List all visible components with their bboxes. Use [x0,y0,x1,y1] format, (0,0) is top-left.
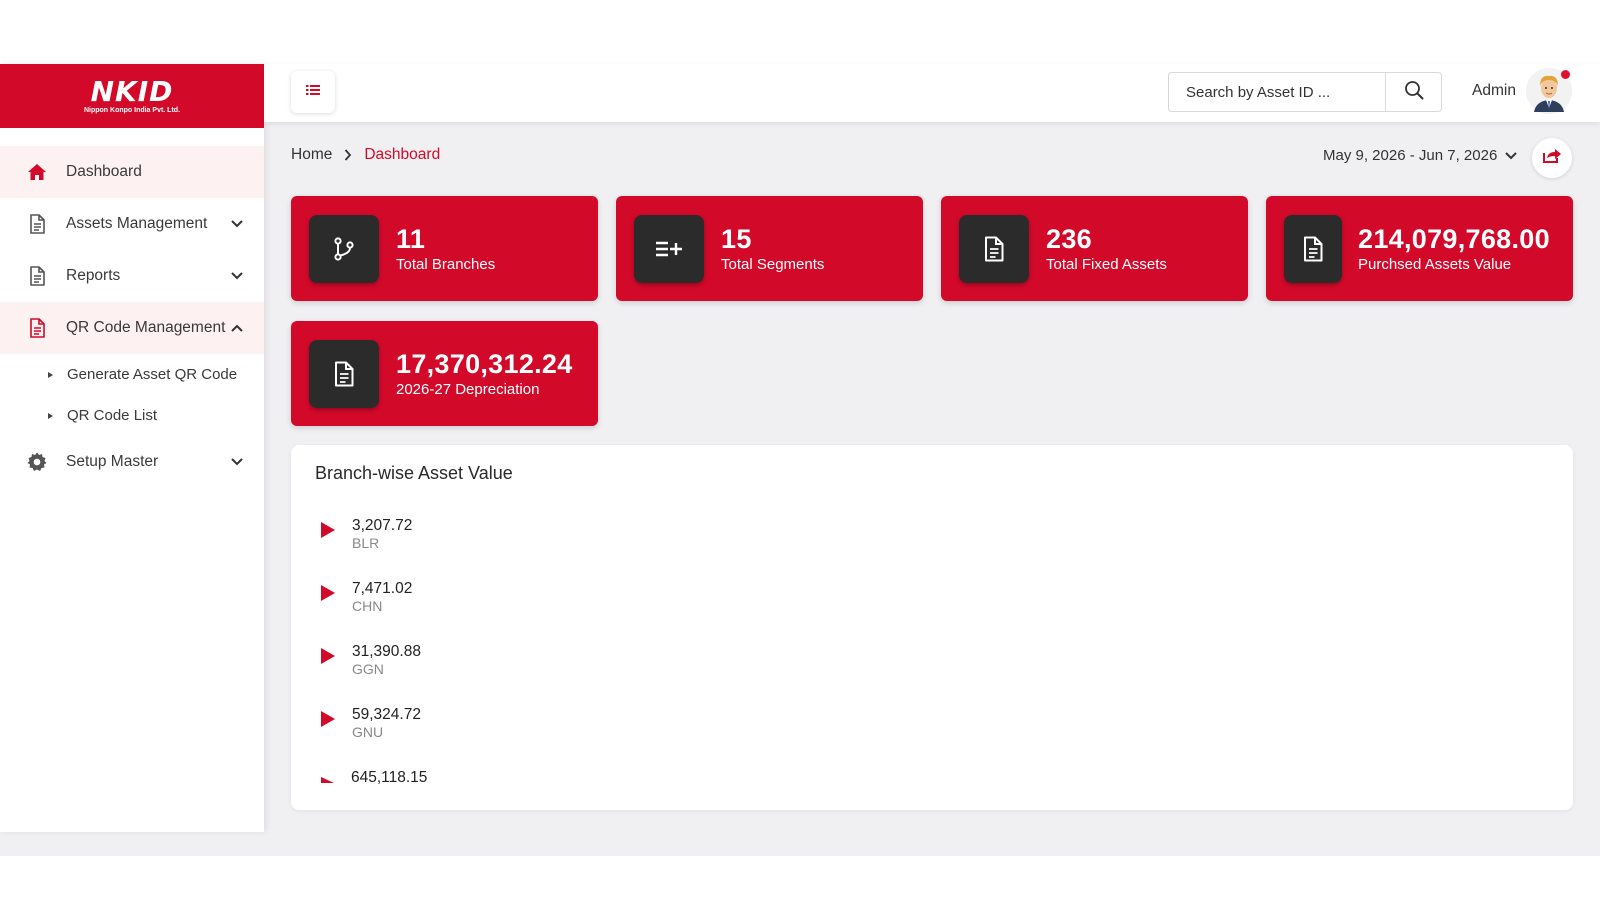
home-icon [26,161,48,183]
sidebar-item-label: QR Code Management [66,319,226,336]
branch-code: BLR [352,535,380,551]
panel-title: Branch-wise Asset Value [315,463,513,483]
chevron-down-icon [230,217,244,231]
list-icon [306,83,320,101]
breadcrumb: Home Dashboard [291,146,440,164]
stat-card-purchased-assets-value[interactable]: 214,079,768.00 Purchsed Assets Value [1266,196,1573,301]
branch-row[interactable]: 3,207.72 BLR [321,517,412,551]
play-icon [321,522,335,538]
sidebar-item-dashboard[interactable]: Dashboard [0,146,264,198]
stat-label: 2026-27 Depreciation [396,380,540,398]
branch-value: 645,118.15 [351,769,428,786]
stat-value: 17,370,312.24 [396,348,573,379]
stat-label: Total Branches [396,255,496,273]
sidebar-item-assets-management[interactable]: Assets Management [0,198,264,250]
document-icon [26,317,48,339]
top-bar: Admin [264,64,1600,122]
sidebar: NKID Nippon Konpo India Pvt. Ltd. Dashbo… [0,64,264,832]
date-range-picker[interactable]: May 9, 2026 - Jun 7, 2026 [1323,147,1517,164]
sidebar-item-setup-master[interactable]: Setup Master [0,436,264,488]
bullet-icon [48,371,53,378]
document-icon [26,265,48,287]
chevron-up-icon [230,321,244,335]
avatar [1525,68,1572,114]
play-icon [321,711,335,727]
branch-row[interactable]: 7,471.02 CHN [321,580,412,614]
brand-subtitle: Nippon Konpo India Pvt. Ltd. [83,106,181,114]
stat-value: 214,079,768.00 [1358,223,1550,254]
chevron-down-icon [230,269,244,283]
branch-value: 59,324.72 [352,706,421,723]
gear-icon [26,451,48,473]
document-icon [309,339,379,408]
search-icon [1404,80,1424,105]
play-icon [321,585,335,601]
chevron-down-icon [1505,151,1517,160]
breadcrumb-current: Dashboard [364,146,441,163]
sidebar-subitem-generate-asset-qr-code[interactable]: Generate Asset QR Code [0,354,264,395]
list-add-icon [634,214,704,283]
branch-row[interactable]: 59,324.72 GNU [321,706,421,740]
chevron-down-icon [230,455,244,469]
play-icon [321,777,334,783]
sidebar-item-label: Reports [66,267,121,284]
document-icon [959,214,1029,283]
menu-toggle-button[interactable] [291,71,335,113]
search-input[interactable] [1169,73,1385,111]
stat-label: Purchsed Assets Value [1358,255,1512,273]
stat-value: 15 [721,223,752,254]
sidebar-item-label: Dashboard [66,163,142,180]
branch-value: 31,390.88 [352,643,421,660]
share-button[interactable] [1532,138,1572,178]
branch-row[interactable]: 31,390.88 GGN [321,643,421,677]
sidebar-subitem-qr-code-list[interactable]: QR Code List [0,395,264,436]
branch-value: 7,471.02 [352,580,413,597]
document-icon [1284,214,1342,283]
branch-code: GNU [352,724,384,740]
user-name: Admin [1472,82,1516,99]
stat-value: 11 [396,223,426,254]
breadcrumb-home[interactable]: Home [291,146,332,164]
stat-card-total-fixed-assets[interactable]: 236 Total Fixed Assets [941,196,1248,301]
sidebar-item-qr-code-management[interactable]: QR Code Management [0,302,264,354]
play-icon [321,648,335,664]
chevron-right-icon [344,149,352,161]
date-range-label: May 9, 2026 - Jun 7, 2026 [1323,147,1498,164]
user-menu[interactable]: Admin [1472,68,1572,114]
bullet-icon [48,412,53,419]
stat-label: Total Segments [721,255,825,273]
sidebar-item-reports[interactable]: Reports [0,250,264,302]
branch-icon [309,214,379,283]
share-icon [1542,147,1562,169]
brand-logo[interactable]: NKID Nippon Konpo India Pvt. Ltd. [0,64,264,128]
branch-code: GGN [352,661,384,677]
stat-value: 236 [1046,223,1092,254]
document-icon [26,213,48,235]
sidebar-subitem-label: QR Code List [67,407,158,424]
stat-card-depreciation[interactable]: 17,370,312.24 2026-27 Depreciation [291,321,598,426]
stat-card-total-segments[interactable]: 15 Total Segments [616,196,923,301]
branch-code: CHN [352,598,383,614]
brand-name: NKID [90,74,174,108]
branch-asset-panel: Branch-wise Asset Value 3,207.72 BLR 7,4… [291,445,1573,810]
stat-label: Total Fixed Assets [1046,255,1167,273]
sidebar-nav: Dashboard Assets Management Reports QR C… [0,146,264,488]
sidebar-subitem-label: Generate Asset QR Code [67,366,238,383]
sidebar-item-label: Assets Management [66,215,208,232]
notification-dot [1560,70,1570,79]
search-box [1168,72,1442,112]
branch-value: 3,207.72 [352,517,413,534]
sidebar-item-label: Setup Master [66,453,159,470]
qr-submenu: Generate Asset QR Code QR Code List [0,354,264,436]
branch-row[interactable]: 645,118.15 [321,769,427,787]
stat-card-total-branches[interactable]: 11 Total Branches [291,196,598,301]
search-button[interactable] [1385,73,1441,111]
